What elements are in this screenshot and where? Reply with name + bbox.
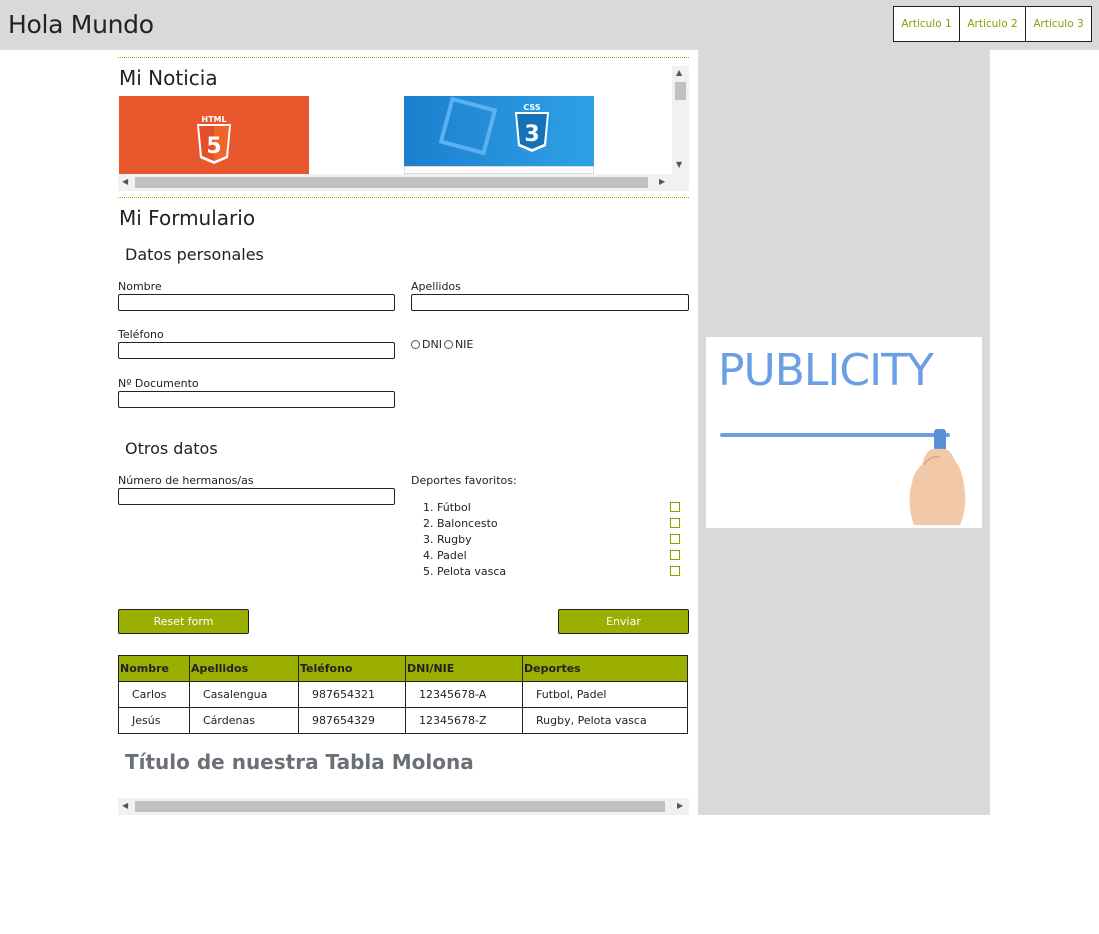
personal-legend: Datos personales <box>125 245 264 264</box>
sports-label: Deportes favoritos: <box>411 474 517 487</box>
hand-with-marker-icon <box>909 429 966 525</box>
table-header-cell: DNI/NIE <box>405 655 523 682</box>
css3-logo-icon: CSS 3 <box>438 96 549 156</box>
nav-item-articulo-1[interactable]: Articulo 1 <box>893 6 960 42</box>
sport-checkbox[interactable] <box>670 518 680 528</box>
nombre-input[interactable] <box>118 294 395 311</box>
publicity-image: PUBLICITY <box>706 337 982 528</box>
scroll-left-icon[interactable]: ◀ <box>122 177 128 186</box>
svg-text:5: 5 <box>206 134 221 159</box>
page-horizontal-scrollbar[interactable]: ◀ ▶ <box>118 798 689 815</box>
scroll-up-icon[interactable]: ▲ <box>676 68 682 77</box>
table-caption: Título de nuestra Tabla Molona <box>125 750 474 774</box>
scroll-right-icon[interactable]: ▶ <box>659 177 665 186</box>
css3-image: CSS 3 <box>404 96 594 166</box>
nie-label: NIE <box>454 338 474 351</box>
nav-item-articulo-2[interactable]: Articulo 2 <box>959 6 1026 42</box>
table-cell: Rugby, Pelota vasca <box>522 707 688 734</box>
telefono-input[interactable] <box>118 342 395 359</box>
table-header-row: Nombre Apellidos Teléfono DNI/NIE Deport… <box>118 655 688 682</box>
table-header-cell: Apellidos <box>189 655 299 682</box>
sport-item: 5. Pelota vasca <box>411 565 688 581</box>
apellidos-label: Apellidos <box>411 280 461 293</box>
scroll-thumb[interactable] <box>675 82 686 100</box>
svg-text:HTML: HTML <box>201 115 226 124</box>
nie-radio[interactable] <box>443 340 453 349</box>
table-cell: 987654321 <box>298 681 406 708</box>
svg-text:3: 3 <box>524 122 539 147</box>
image-frame <box>404 166 594 174</box>
divider <box>118 57 689 58</box>
sport-checkbox[interactable] <box>670 566 680 576</box>
table-header-cell: Teléfono <box>298 655 406 682</box>
site-title: Hola Mundo <box>8 10 154 39</box>
table-cell: 12345678-A <box>405 681 523 708</box>
hermanos-label: Número de hermanos/as <box>118 474 254 487</box>
table-cell: Carlos <box>118 681 190 708</box>
dni-radio[interactable] <box>411 340 420 349</box>
nav-item-articulo-3[interactable]: Articulo 3 <box>1025 6 1092 42</box>
scroll-thumb[interactable] <box>135 801 665 812</box>
main-content: Mi Noticia HTML 5 CSS 3 ▲ ▼ ◀ ▶ Mi Formu… <box>118 50 699 815</box>
table-cell: Cárdenas <box>189 707 299 734</box>
sport-checkbox[interactable] <box>670 550 680 560</box>
scroll-left-icon[interactable]: ◀ <box>122 801 128 810</box>
submit-button[interactable]: Enviar <box>558 609 689 634</box>
news-vertical-scrollbar[interactable]: ▲ ▼ <box>672 66 689 174</box>
sport-item: 3. Rugby <box>411 533 688 549</box>
scroll-down-icon[interactable]: ▼ <box>676 160 682 169</box>
telefono-label: Teléfono <box>118 328 164 341</box>
table-cell: 12345678-Z <box>405 707 523 734</box>
news-section: Mi Noticia HTML 5 CSS 3 ▲ ▼ ◀ ▶ <box>118 65 689 191</box>
table-row: Carlos Casalengua 987654321 12345678-A F… <box>118 681 688 708</box>
scroll-thumb[interactable] <box>135 177 648 188</box>
sidebar-ad: PUBLICITY <box>698 50 990 815</box>
document-type-radio-group: DNI NIE <box>411 338 473 351</box>
form-title: Mi Formulario <box>119 206 256 230</box>
documento-input[interactable] <box>118 391 395 408</box>
main-nav: Articulo 1 Articulo 2 Articulo 3 <box>893 6 1092 42</box>
html5-image: HTML 5 <box>119 96 309 174</box>
apellidos-input[interactable] <box>411 294 689 311</box>
table-cell: Futbol, Padel <box>522 681 688 708</box>
sport-item: 2. Baloncesto <box>411 517 688 533</box>
sport-checkbox[interactable] <box>670 502 680 512</box>
table-header-cell: Deportes <box>522 655 688 682</box>
page-header: Hola Mundo Articulo 1 Articulo 2 Articul… <box>0 0 1099 50</box>
news-title: Mi Noticia <box>119 66 218 90</box>
nombre-label: Nombre <box>118 280 162 293</box>
other-legend: Otros datos <box>125 439 218 458</box>
svg-text:CSS: CSS <box>523 103 540 112</box>
scroll-right-icon[interactable]: ▶ <box>677 801 683 810</box>
table-cell: Jesús <box>118 707 190 734</box>
divider <box>118 197 689 198</box>
hermanos-input[interactable] <box>118 488 395 505</box>
table-row: Jesús Cárdenas 987654329 12345678-Z Rugb… <box>118 707 688 734</box>
sports-list: 1. Fútbol 2. Baloncesto 3. Rugby 4. Pade… <box>411 501 688 581</box>
news-horizontal-scrollbar[interactable]: ◀ ▶ <box>118 174 689 191</box>
sport-item: 1. Fútbol <box>411 501 688 517</box>
reset-button[interactable]: Reset form <box>118 609 249 634</box>
data-table: Nombre Apellidos Teléfono DNI/NIE Deport… <box>118 655 688 734</box>
sport-item: 4. Padel <box>411 549 688 565</box>
dni-label: DNI <box>422 338 442 351</box>
table-cell: 987654329 <box>298 707 406 734</box>
publicity-text: PUBLICITY <box>718 345 934 396</box>
documento-label: Nº Documento <box>118 377 199 390</box>
table-header-cell: Nombre <box>118 655 190 682</box>
html5-logo-icon: HTML 5 <box>197 115 231 164</box>
sport-checkbox[interactable] <box>670 534 680 544</box>
table-cell: Casalengua <box>189 681 299 708</box>
